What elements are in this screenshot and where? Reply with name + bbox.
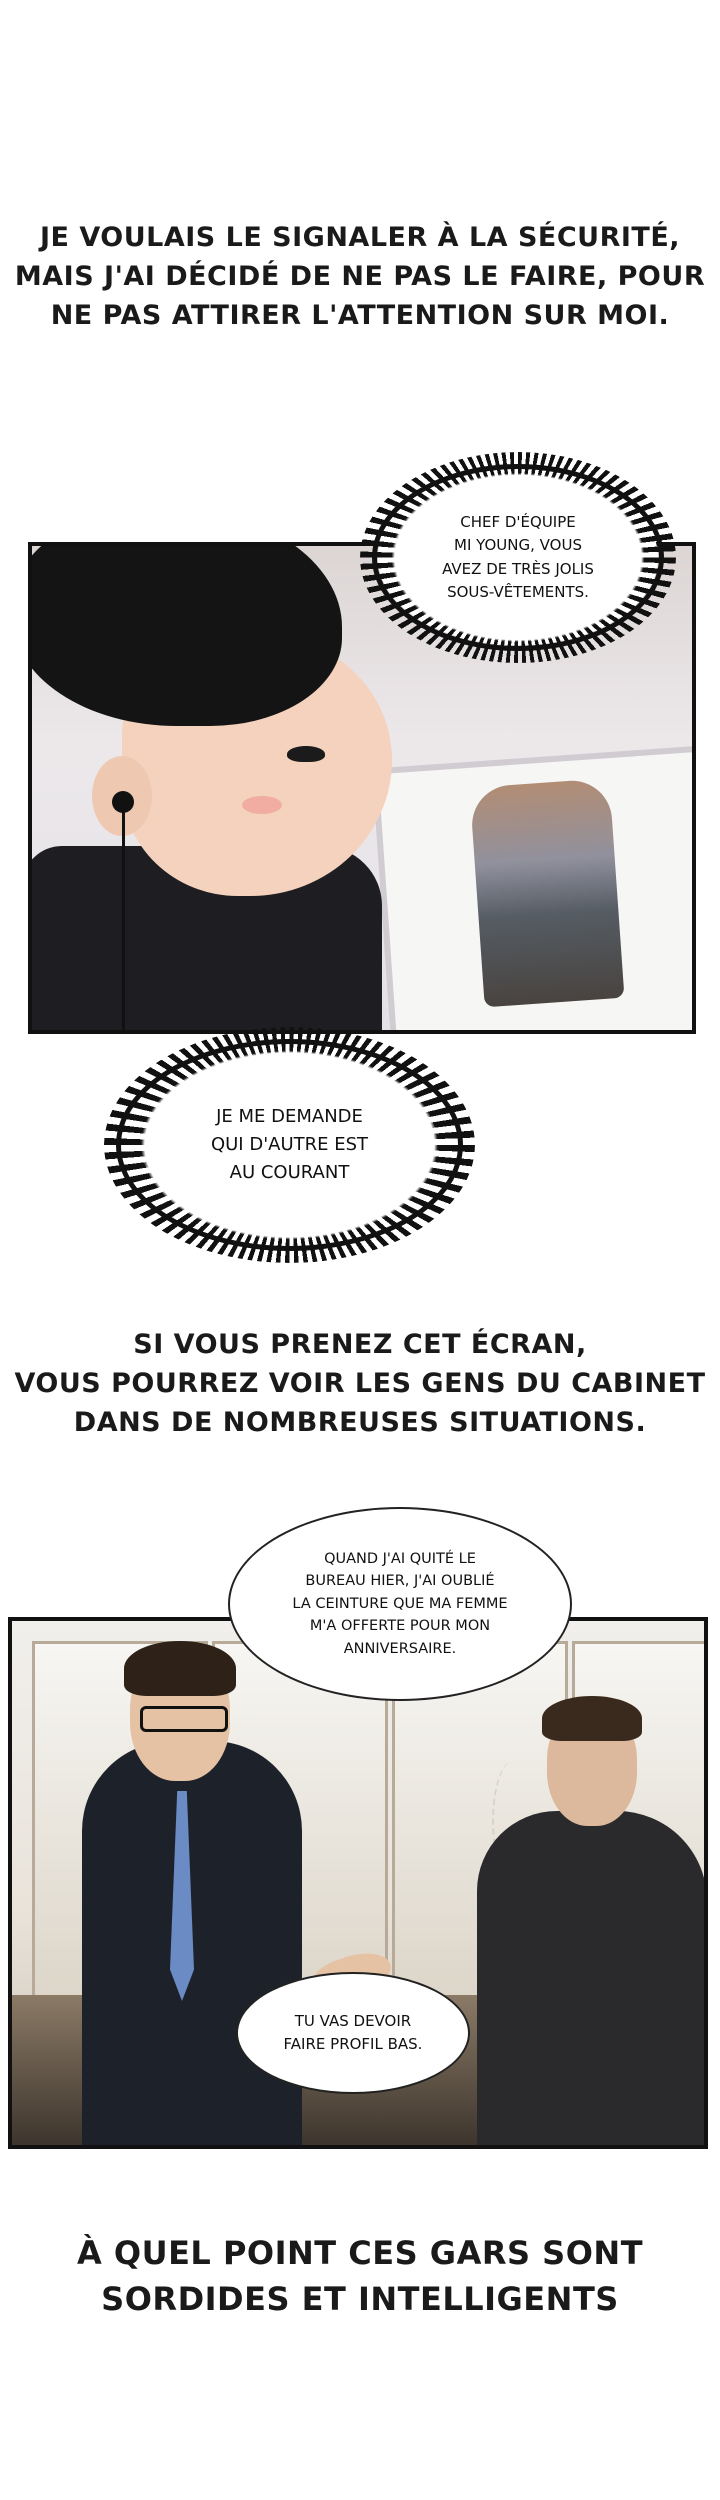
character-blush — [242, 796, 282, 814]
bubble-line: Quand j'ai quité le — [324, 1550, 476, 1567]
bubble-line: qui d'autre est — [210, 1134, 369, 1156]
narration-bottom: À quel point ces gars sont sordides et i… — [0, 2230, 720, 2323]
speech-bubble-belt: Quand j'ai quité le bureau hier, j'ai ou… — [228, 1507, 572, 1701]
thought-bubble-underwear: Chef d'équipe Mi Young, vous avez de trè… — [372, 464, 664, 651]
bubble-line: m'a offerte pour mon — [309, 1618, 491, 1635]
computer-monitor — [371, 744, 692, 1030]
character-eye — [287, 746, 325, 762]
bubble-line: Tu vas devoir — [294, 2011, 412, 2030]
bubble-line: avez de très jolis — [442, 559, 594, 578]
bubble-line: au courant — [229, 1161, 350, 1183]
bubble-line: sous-vêtements. — [447, 582, 589, 601]
monitor-figure — [469, 778, 625, 1008]
narration-line: Si vous prenez cet écran, — [133, 1329, 587, 1360]
bubble-line: bureau hier, j'ai oublié — [305, 1573, 495, 1590]
narration-top: Je voulais le signaler à la sécurité, ma… — [0, 218, 720, 335]
narration-line: ne pas attirer l'attention sur moi. — [50, 300, 670, 332]
narration-line: sordides et intelligents — [101, 2280, 619, 2319]
thought-bubble-who-else: Je me demande qui d'autre est au courant — [116, 1039, 463, 1251]
narration-line: À quel point ces gars sont — [76, 2234, 644, 2272]
earphone-icon — [112, 791, 134, 813]
man-smoking-hair — [542, 1696, 642, 1741]
narration-line: vous pourrez voir les gens du cabinet — [14, 1368, 706, 1400]
narration-middle: Si vous prenez cet écran, vous pourrez v… — [0, 1325, 720, 1442]
narration-line: mais j'ai décidé de ne pas le faire, pou… — [14, 261, 706, 293]
man-glasses-hair — [124, 1641, 236, 1696]
bubble-line: Chef d'équipe — [460, 513, 576, 531]
character-hair — [32, 546, 342, 726]
bubble-line: la ceinture que ma femme — [292, 1595, 508, 1612]
bubble-line: Mi Young, vous — [454, 536, 582, 555]
earphone-cable — [122, 811, 125, 1030]
man-smoking-body — [477, 1811, 704, 2145]
bubble-line: faire profil bas. — [283, 2035, 423, 2053]
speech-bubble-low-profile: Tu vas devoir faire profil bas. — [236, 1972, 470, 2094]
bubble-line: Je me demande — [216, 1106, 363, 1128]
narration-line: dans de nombreuses situations. — [73, 1407, 647, 1439]
bubble-line: anniversaire. — [343, 1640, 457, 1657]
glasses-icon — [140, 1706, 228, 1732]
narration-line: Je voulais le signaler à la sécurité, — [39, 222, 681, 253]
